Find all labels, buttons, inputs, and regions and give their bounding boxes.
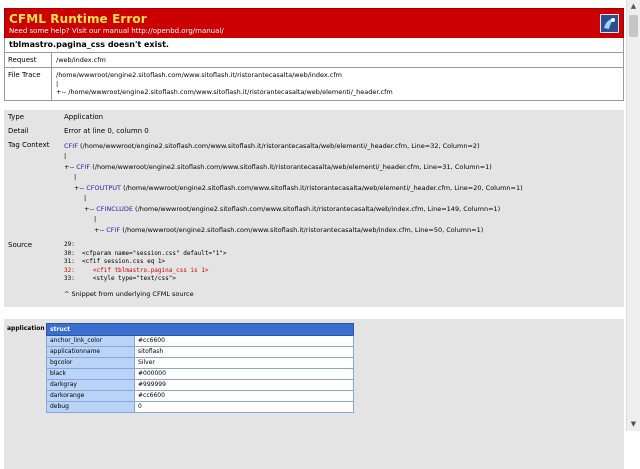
tag-context-row: Tag Context CFIF (/home/wwwroot/engine2.… (4, 138, 624, 239)
tag-context-label: Tag Context (8, 140, 50, 149)
detail-row: Detail Error at line 0, column 0 (4, 124, 624, 138)
struct-row: black #000000 (46, 367, 354, 380)
application-label: application (7, 324, 45, 332)
source-row: Source 29: 30: <cfparam name="session.cs… (4, 238, 624, 301)
tag-context-line: +-- CFIF (/home/wwwroot/engine2.sitoflas… (94, 225, 484, 234)
detail-value: Error at line 0, column 0 (64, 126, 149, 135)
tag-context-line: | (94, 215, 97, 223)
source-line-highlighted: 32: <cfif tblmastro.pagina_css is 1> (64, 266, 209, 274)
tag-context-line: +-- CFINCLUDE (/home/wwwroot/engine2.sit… (84, 204, 501, 213)
source-label: Source (8, 241, 33, 249)
source-note: ^ Snippet from underlying CFML source (64, 289, 194, 298)
scrollbar-thumb[interactable] (629, 15, 638, 37)
error-summary: tblmastro.pagina_css doesn't exist. Requ… (4, 38, 624, 101)
struct-row: anchor_link_color #cc6600 (46, 334, 354, 347)
filetrace-line: | (56, 79, 59, 88)
struct-key: debug (46, 400, 135, 413)
source-line: 31: <cfif session.css eq 1> (64, 258, 166, 265)
filetrace-line: /home/wwwroot/engine2.sitoflash.com/www.… (56, 71, 342, 79)
source-line: 33: <style type="text/css"> (64, 275, 176, 282)
tag-context-line: +-- CFOUTPUT (/home/wwwroot/engine2.sito… (74, 183, 523, 192)
help-link[interactable]: Need some help? Visit our manual http://… (9, 27, 224, 35)
source-line: 30: <cfparam name="session.css" default=… (64, 249, 227, 257)
struct-header[interactable]: struct (46, 322, 354, 336)
type-label: Type (8, 112, 25, 121)
request-value: /web/index.cfm (56, 56, 106, 64)
tag-context-line: +-- CFIF (/home/wwwroot/engine2.sitoflas… (64, 162, 492, 171)
detail-label: Detail (8, 126, 29, 135)
application-scope: application struct anchor_link_color #cc6… (4, 318, 624, 469)
tag-context-value: CFIF (/home/wwwroot/engine2.sitoflash.co… (60, 138, 624, 239)
struct-value: sitoflash (134, 345, 354, 358)
struct-key: applicationname (46, 345, 135, 358)
tag-context-line: | (64, 152, 67, 160)
error-details: Type Application Detail Error at line 0,… (4, 109, 624, 307)
page-title: CFML Runtime Error (9, 12, 147, 26)
struct-row: darkgray #999999 (46, 378, 354, 391)
type-value: Application (64, 112, 104, 121)
source-line: 29: (64, 241, 75, 248)
type-row: Type Application (4, 110, 624, 124)
struct-value: #cc6600 (134, 334, 354, 347)
struct-value: #999999 (134, 378, 354, 391)
filetrace-value: /home/wwwroot/engine2.sitoflash.com/www.… (52, 68, 623, 100)
vertical-scrollbar[interactable]: ▲ ▼ (626, 0, 640, 431)
request-row: Request /web/index.cfm (5, 53, 623, 68)
tag-context-line: | (84, 194, 87, 202)
struct-row: bgcolor Silver (46, 356, 354, 369)
struct-key: darkorange (46, 389, 135, 402)
struct-value: #000000 (134, 367, 354, 380)
struct-value: #cc6600 (134, 389, 354, 402)
struct-row: applicationname sitoflash (46, 345, 354, 358)
struct-value: Silver (134, 356, 354, 369)
error-page: CFML Runtime Error Need some help? Visit… (0, 0, 640, 469)
request-label: Request (5, 53, 52, 67)
struct-key: black (46, 367, 135, 380)
struct-value: 0 (134, 400, 354, 413)
error-message: tblmastro.pagina_css doesn't exist. (5, 38, 623, 53)
scroll-up-icon[interactable]: ▲ (627, 0, 640, 13)
error-content: CFML Runtime Error Need some help? Visit… (4, 8, 624, 469)
scroll-down-icon[interactable]: ▼ (627, 418, 640, 431)
source-value: 29: 30: <cfparam name="session.css" defa… (60, 238, 624, 301)
struct-key: bgcolor (46, 356, 135, 369)
struct-row: darkorange #cc6600 (46, 389, 354, 402)
details-spacer (4, 301, 624, 307)
openbd-logo-icon (600, 14, 619, 33)
struct-key: darkgray (46, 378, 135, 391)
application-struct-table: struct anchor_link_color #cc6600 applicat… (46, 322, 354, 413)
tag-context-line: | (74, 173, 77, 181)
tag-context-line: CFIF (/home/wwwroot/engine2.sitoflash.co… (64, 141, 480, 150)
filetrace-line: +-- /home/wwwroot/engine2.sitoflash.com/… (56, 88, 393, 96)
filetrace-label: File Trace (5, 68, 52, 100)
error-header: CFML Runtime Error Need some help? Visit… (4, 8, 624, 38)
struct-row: debug 0 (46, 400, 354, 413)
filetrace-row: File Trace /home/wwwroot/engine2.sitofla… (5, 68, 623, 100)
struct-key: anchor_link_color (46, 334, 135, 347)
